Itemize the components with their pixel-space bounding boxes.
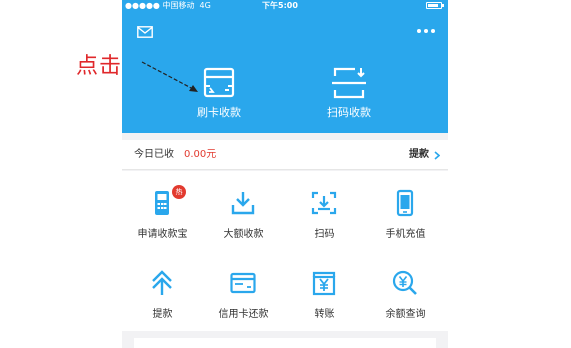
grid-item-credit-card-repay[interactable]: 信用卡还款 [203, 251, 284, 331]
withdraw-link[interactable]: 提款 [409, 140, 440, 170]
yen-transfer-icon [312, 271, 336, 296]
grid-item-phone-recharge[interactable]: 手机充值 [365, 171, 446, 251]
grid-item-label: 余额查询 [385, 309, 426, 320]
today-received-label: 今日已收 [134, 149, 174, 160]
grid-item-apply-pos[interactable]: 热 申请收款宝 [122, 171, 203, 251]
withdraw-link-label: 提款 [409, 149, 429, 160]
yen-search-icon [392, 270, 417, 295]
chevron-right-icon [434, 150, 440, 160]
phone-screen: ●●●●● 中国移动 4G 下午5:00 刷卡收款 扫码收款 今日已收 0.00… [122, 0, 448, 348]
phone-icon [396, 189, 414, 217]
scan-code-label: 扫码收款 [327, 106, 371, 119]
hot-badge: 热 [172, 185, 186, 199]
bottom-card [134, 338, 436, 348]
grid-item-label: 扫码 [314, 229, 335, 240]
header-panel: 刷卡收款 扫码收款 [122, 11, 448, 133]
status-time: 下午5:00 [262, 1, 298, 10]
grid-item-transfer[interactable]: 转账 [284, 251, 365, 331]
carrier-label: ●●●●● 中国移动 [125, 1, 195, 10]
grid-item-label: 大额收款 [223, 229, 264, 240]
grid-item-withdraw[interactable]: 提款 [122, 251, 203, 331]
battery-icon [426, 2, 444, 9]
grid-item-label: 提款 [152, 309, 173, 320]
card-swipe-label: 刷卡收款 [197, 106, 241, 119]
scan-code-icon [332, 67, 366, 99]
grid-item-label: 申请收款宝 [137, 229, 188, 240]
grid-item-label: 信用卡还款 [218, 309, 269, 320]
mail-icon[interactable] [137, 26, 153, 38]
pos-terminal-icon [155, 191, 169, 215]
grid-item-scan[interactable]: 扫码 [284, 171, 365, 251]
today-received-row: 今日已收 0.00元 提款 [122, 140, 448, 170]
arrow-up-icon [152, 270, 172, 295]
grid-item-balance-query[interactable]: 余额查询 [365, 251, 446, 331]
card-swipe-button[interactable]: 刷卡收款 [174, 66, 264, 120]
download-tray-icon [231, 192, 255, 215]
today-received-amount: 0.00元 [184, 149, 217, 160]
scan-icon [311, 191, 337, 215]
battery-fill [428, 4, 438, 7]
status-carrier-group: ●●●●● 中国移动 4G [125, 0, 211, 11]
more-icon[interactable] [416, 28, 436, 34]
screenshot-canvas: ●●●●● 中国移动 4G 下午5:00 刷卡收款 扫码收款 今日已收 0.00… [0, 0, 571, 348]
network-label: 4G [199, 1, 211, 10]
card-swipe-icon [203, 67, 235, 98]
scan-code-button[interactable]: 扫码收款 [304, 66, 394, 120]
grid-item-large-receipt[interactable]: 大额收款 [203, 171, 284, 251]
status-bar: ●●●●● 中国移动 4G 下午5:00 [122, 0, 448, 11]
annotation-label: 点击 [76, 54, 123, 79]
credit-card-icon [230, 272, 256, 294]
grid-item-label: 转账 [314, 309, 335, 320]
grid-item-label: 手机充值 [385, 229, 426, 240]
service-grid: 热 申请收款宝 大额收款 扫码 手机充值 提款 信用卡还款 转账 余额查询 [122, 171, 448, 331]
